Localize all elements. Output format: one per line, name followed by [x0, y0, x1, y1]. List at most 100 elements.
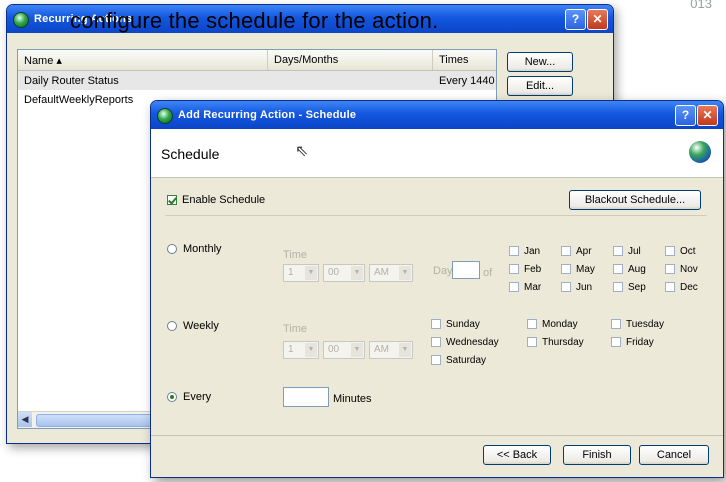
day-saturday-checkbox[interactable]: Saturday [431, 355, 486, 366]
month-label: Nov [680, 264, 698, 275]
monthly-time-label: Time [283, 249, 308, 261]
month-feb-checkbox[interactable]: Feb [509, 264, 541, 275]
month-apr-checkbox[interactable]: Apr [561, 246, 592, 257]
day-label: Sunday [446, 319, 480, 330]
checkbox-icon[interactable] [665, 246, 675, 257]
finish-button[interactable]: Finish [563, 445, 631, 465]
monthly-radio[interactable]: Monthly [167, 243, 222, 255]
weekly-time-label: Time [283, 323, 308, 335]
weekly-minute-select[interactable]: 00 ▼ [323, 341, 365, 359]
checkbox-icon[interactable] [613, 264, 623, 275]
back-button[interactable]: << Back [483, 445, 551, 465]
table-row[interactable]: Daily Router Status Every 1440 [18, 71, 496, 90]
radio-icon[interactable] [167, 321, 177, 332]
tutorial-caption: configure the schedule for the action. [70, 8, 439, 33]
schedule-dialog-titlebar[interactable]: Add Recurring Action - Schedule ? ✕ [151, 101, 723, 129]
weekly-minute-value: 00 [328, 344, 340, 355]
app-globe-icon [13, 12, 29, 28]
app-globe-icon [157, 108, 173, 124]
schedule-dialog: Add Recurring Action - Schedule ? ✕ Sche… [150, 100, 724, 478]
month-jul-checkbox[interactable]: Jul [613, 246, 641, 257]
month-dec-checkbox[interactable]: Dec [665, 282, 698, 293]
of-label: of [483, 267, 493, 279]
month-aug-checkbox[interactable]: Aug [613, 264, 646, 275]
minutes-label: Minutes [333, 393, 372, 405]
day-tuesday-checkbox[interactable]: Tuesday [611, 319, 664, 330]
checkbox-icon[interactable] [611, 337, 621, 348]
row-days [268, 71, 433, 90]
row-name: Daily Router Status [24, 75, 119, 87]
cancel-button[interactable]: Cancel [639, 445, 709, 465]
day-label: Day [433, 265, 453, 277]
dialog-header: Schedule ⇖ [151, 129, 723, 178]
checkbox-icon[interactable] [431, 337, 441, 348]
month-nov-checkbox[interactable]: Nov [665, 264, 698, 275]
checkbox-icon[interactable] [665, 264, 675, 275]
new-button[interactable]: New... [507, 52, 573, 72]
day-sunday-checkbox[interactable]: Sunday [431, 319, 480, 330]
checkbox-icon[interactable] [611, 319, 621, 330]
month-jun-checkbox[interactable]: Jun [561, 282, 592, 293]
enable-schedule-checkbox[interactable]: Enable Schedule [167, 194, 265, 206]
day-label: Thursday [542, 337, 584, 348]
checkbox-checked-icon[interactable] [167, 195, 177, 206]
checkbox-icon[interactable] [527, 319, 537, 330]
checkbox-icon[interactable] [509, 246, 519, 257]
checkbox-icon[interactable] [613, 246, 623, 257]
column-header-name[interactable]: Name ▴ [18, 50, 268, 70]
month-label: Mar [524, 282, 542, 293]
checkbox-icon[interactable] [665, 282, 675, 293]
day-thursday-checkbox[interactable]: Thursday [527, 337, 584, 348]
weekly-label: Weekly [183, 320, 219, 332]
day-input[interactable] [452, 261, 480, 279]
weekly-ampm-select[interactable]: AM ▼ [369, 341, 413, 359]
month-label: Aug [628, 264, 646, 275]
day-monday-checkbox[interactable]: Monday [527, 319, 578, 330]
monthly-ampm-select[interactable]: AM ▼ [369, 264, 413, 282]
day-label: Wednesday [446, 337, 499, 348]
checkbox-icon[interactable] [509, 282, 519, 293]
checkbox-icon[interactable] [561, 246, 571, 257]
month-sep-checkbox[interactable]: Sep [613, 282, 646, 293]
column-header-days-months[interactable]: Days/Months [268, 50, 433, 70]
chevron-down-icon: ▼ [305, 266, 317, 280]
every-minutes-input[interactable] [283, 387, 329, 407]
footer-divider [151, 435, 723, 436]
monthly-hour-select[interactable]: 1 ▼ [283, 264, 319, 282]
scroll-left-icon[interactable]: ◀ [18, 412, 32, 427]
monthly-ampm-value: AM [374, 267, 389, 278]
edit-button[interactable]: Edit... [507, 76, 573, 96]
radio-icon[interactable] [167, 244, 177, 255]
month-mar-checkbox[interactable]: Mar [509, 282, 541, 293]
checkbox-icon[interactable] [561, 282, 571, 293]
close-icon[interactable]: ✕ [587, 9, 608, 30]
checkbox-icon[interactable] [527, 337, 537, 348]
checkbox-icon[interactable] [613, 282, 623, 293]
checkbox-icon[interactable] [431, 319, 441, 330]
column-header-times[interactable]: Times [433, 50, 496, 70]
monthly-minute-select[interactable]: 00 ▼ [323, 264, 365, 282]
schedule-globe-icon [689, 141, 711, 163]
day-wednesday-checkbox[interactable]: Wednesday [431, 337, 499, 348]
every-radio[interactable]: Every [167, 391, 211, 403]
blackout-schedule-button[interactable]: Blackout Schedule... [569, 190, 701, 210]
month-label: Jan [524, 246, 541, 257]
month-label: May [576, 264, 595, 275]
month-oct-checkbox[interactable]: Oct [665, 246, 696, 257]
help-icon[interactable]: ? [675, 105, 696, 126]
weekly-radio[interactable]: Weekly [167, 320, 219, 332]
checkbox-icon[interactable] [431, 355, 441, 366]
month-jan-checkbox[interactable]: Jan [509, 246, 540, 257]
close-icon[interactable]: ✕ [697, 105, 718, 126]
weekly-hour-value: 1 [288, 344, 294, 355]
month-may-checkbox[interactable]: May [561, 264, 595, 275]
radio-selected-icon[interactable] [167, 392, 177, 403]
checkbox-icon[interactable] [509, 264, 519, 275]
month-label: Jun [576, 282, 593, 293]
chevron-down-icon: ▼ [305, 343, 317, 357]
day-friday-checkbox[interactable]: Friday [611, 337, 654, 348]
weekly-hour-select[interactable]: 1 ▼ [283, 341, 319, 359]
checkbox-icon[interactable] [561, 264, 571, 275]
monthly-label: Monthly [183, 243, 222, 255]
help-icon[interactable]: ? [565, 9, 586, 30]
